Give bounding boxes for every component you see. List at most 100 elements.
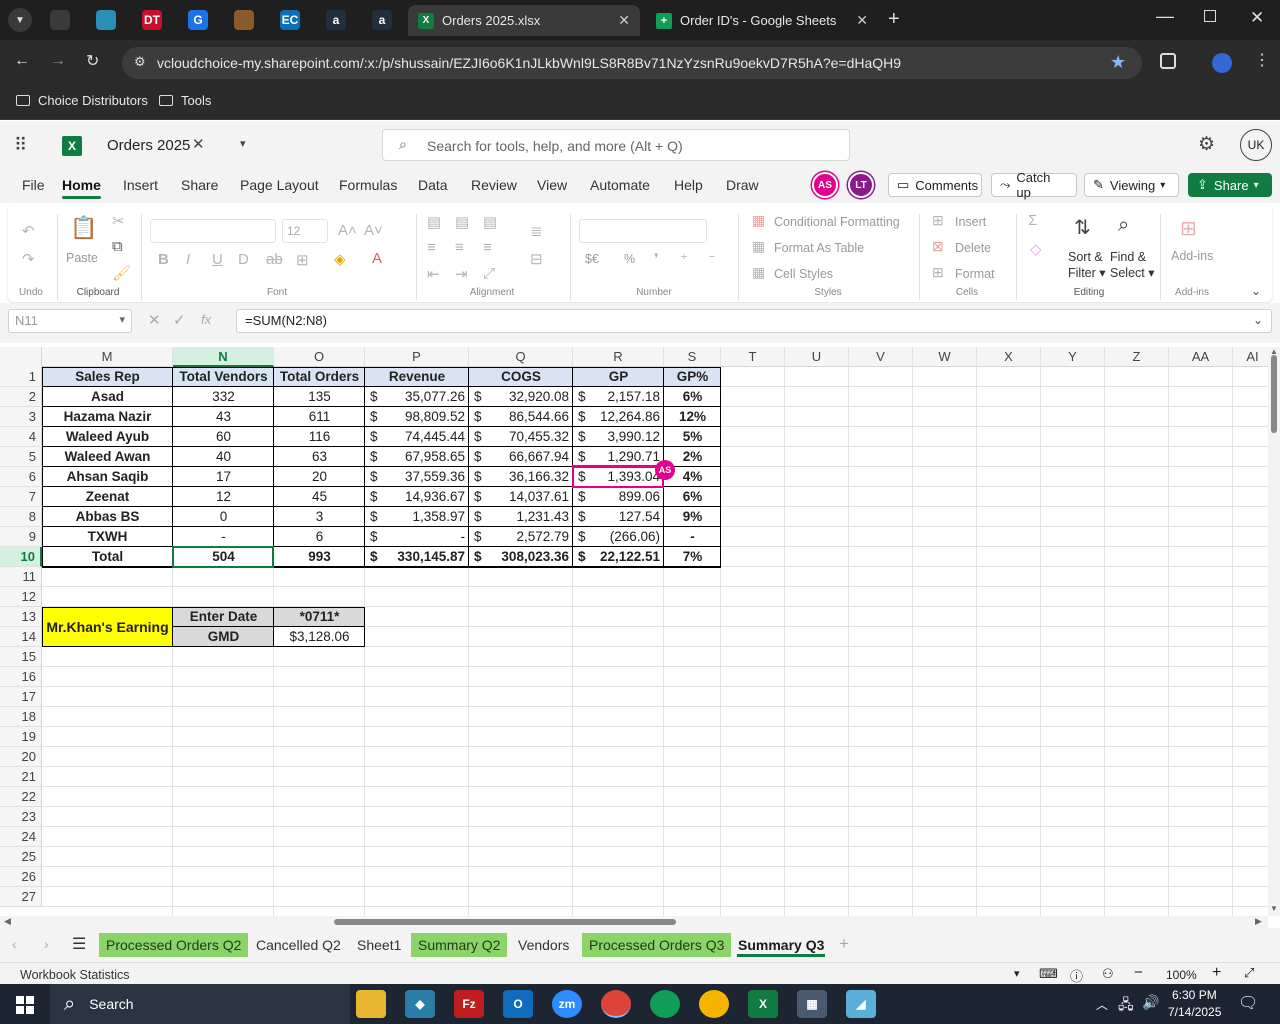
row-header-9[interactable]: 9 — [0, 527, 42, 547]
horizontal-scrollbar[interactable]: ◀ ▶ — [0, 916, 1268, 928]
browser-tab-orders[interactable]: X Orders 2025.xlsx ✕ — [408, 5, 640, 36]
comments-button[interactable]: ▭ Comments — [888, 173, 982, 197]
revenue-cell[interactable]: 330,145.87 — [365, 547, 469, 567]
bookmark-tools[interactable]: Tools — [159, 93, 211, 108]
zoom-out-icon[interactable]: − — [1134, 964, 1143, 981]
keyboard-icon[interactable]: ⌨ — [1039, 966, 1058, 982]
enter-date-label-cell[interactable]: Enter Date — [173, 607, 274, 627]
sheet-tab-processed-orders-q2[interactable]: Processed Orders Q2 — [99, 933, 249, 957]
grow-font-icon[interactable]: A˄ — [338, 222, 357, 239]
pinned-tab[interactable]: DT — [137, 6, 167, 34]
decrease-decimal-icon[interactable]: ⁻ — [708, 250, 716, 268]
sheet-tab-cancelled-q2[interactable]: Cancelled Q2 — [249, 933, 348, 957]
column-header-m[interactable]: M — [42, 347, 173, 367]
paste-icon[interactable]: 📋 — [70, 215, 97, 241]
zoom-icon[interactable]: zm — [552, 990, 582, 1018]
share-button[interactable]: ⇪ Share ▾ — [1188, 173, 1272, 197]
column-header-n[interactable]: N — [173, 347, 274, 367]
currency-format-button[interactable]: $€ — [585, 252, 599, 266]
merge-center-icon[interactable]: ⊟ — [530, 250, 543, 268]
gp-percent-cell[interactable]: 9% — [664, 507, 721, 527]
gp-cell[interactable]: 127.54 — [573, 507, 664, 527]
gp-percent-cell[interactable]: 12% — [664, 407, 721, 427]
sales-rep-cell[interactable]: Asad — [42, 387, 173, 407]
table-header-cell[interactable]: GP% — [664, 367, 721, 387]
spreadsheet-grid[interactable]: M N O P Q R S T U V W X Y Z AA AI 1 2 3 4 5 6 7 8 9 10 11 12 13 14 15… — [0, 347, 1268, 916]
align-bottom-icon[interactable]: ▤ — [483, 213, 497, 231]
pinned-tab[interactable] — [229, 6, 259, 34]
scroll-right-icon[interactable]: ▶ — [1255, 916, 1262, 927]
feedback-icon[interactable]: ⚇ — [1102, 966, 1114, 982]
column-header-z[interactable]: Z — [1105, 347, 1169, 367]
row-header-14[interactable]: 14 — [0, 627, 42, 647]
gp-cell[interactable]: 22,122.51 — [573, 547, 664, 567]
row-header-16[interactable]: 16 — [0, 667, 42, 687]
zoom-in-icon[interactable]: + — [1212, 964, 1221, 982]
percent-format-button[interactable]: % — [624, 252, 635, 266]
underline-icon[interactable]: U — [212, 251, 223, 268]
gp-cell[interactable]: 899.06 — [573, 487, 664, 507]
add-ins-button[interactable]: Add-ins — [1171, 249, 1213, 263]
borders-icon[interactable]: ⊞ — [296, 251, 309, 269]
chrome-icon[interactable] — [650, 990, 680, 1018]
revenue-cell[interactable]: 98,809.52 — [365, 407, 469, 427]
conditional-formatting-button[interactable]: Conditional Formatting — [774, 215, 900, 229]
sales-rep-cell[interactable]: Abbas BS — [42, 507, 173, 527]
sales-rep-cell[interactable]: Waleed Ayub — [42, 427, 173, 447]
revenue-cell[interactable]: 14,936.67 — [365, 487, 469, 507]
wrap-text-icon[interactable]: ≣ — [530, 222, 543, 240]
cogs-cell[interactable]: 1,231.43 — [469, 507, 573, 527]
row-header-2[interactable]: 2 — [0, 387, 42, 407]
total-orders-cell[interactable]: 63 — [274, 447, 365, 467]
cancel-icon[interactable]: ✕ — [148, 311, 161, 329]
total-orders-cell[interactable]: 993 — [274, 547, 365, 567]
row-header-18[interactable]: 18 — [0, 707, 42, 727]
cogs-cell[interactable]: 66,667.94 — [469, 447, 573, 467]
column-header-s[interactable]: S — [664, 347, 721, 367]
tab-draw[interactable]: Draw — [726, 177, 759, 193]
clear-icon[interactable]: ◇ — [1030, 240, 1042, 258]
sales-rep-cell[interactable]: Waleed Awan — [42, 447, 173, 467]
network-icon[interactable]: 🖧 — [1118, 994, 1134, 1018]
column-header-q[interactable]: Q — [469, 347, 573, 367]
row-header-23[interactable]: 23 — [0, 807, 42, 827]
sales-rep-cell[interactable]: Hazama Nazir — [42, 407, 173, 427]
row-header-6[interactable]: 6 — [0, 467, 42, 487]
enter-icon[interactable]: ✓ — [173, 311, 186, 329]
cogs-cell[interactable]: 2,572.79 — [469, 527, 573, 547]
align-center-icon[interactable]: ≡ — [455, 239, 464, 256]
double-underline-icon[interactable]: D — [238, 251, 249, 268]
cogs-cell[interactable]: 14,037.61 — [469, 487, 573, 507]
row-header-22[interactable]: 22 — [0, 787, 42, 807]
font-color-icon[interactable]: A — [372, 250, 382, 267]
sort-filter-button[interactable]: Sort & Filter ▾ — [1068, 249, 1106, 281]
sheet-tab-vendors[interactable]: Vendors — [511, 933, 576, 957]
total-orders-cell[interactable]: 45 — [274, 487, 365, 507]
tab-search-button[interactable]: ▼ — [8, 8, 32, 32]
gp-percent-cell[interactable]: 5% — [664, 427, 721, 447]
shrink-font-icon[interactable]: A˅ — [364, 222, 383, 239]
row-header-27[interactable]: 27 — [0, 887, 42, 907]
find-select-button[interactable]: Find & Select ▾ — [1110, 249, 1155, 281]
total-orders-cell[interactable]: 135 — [274, 387, 365, 407]
document-title[interactable]: Orders 2025 — [107, 137, 190, 154]
next-sheet-icon[interactable]: › — [44, 936, 49, 952]
gp-cell[interactable]: (266.06) — [573, 527, 664, 547]
column-header-w[interactable]: W — [913, 347, 977, 367]
revenue-cell[interactable]: 35,077.26 — [365, 387, 469, 407]
site-info-icon[interactable]: ⚙ — [134, 54, 146, 70]
chevron-up-icon[interactable]: ︿ — [1096, 996, 1108, 1013]
revenue-cell[interactable]: 37,559.36 — [365, 467, 469, 487]
font-name-box[interactable] — [150, 219, 276, 243]
sales-rep-cell[interactable]: Zeenat — [42, 487, 173, 507]
tab-data[interactable]: Data — [418, 177, 448, 193]
column-header-u[interactable]: U — [785, 347, 849, 367]
tab-insert[interactable]: Insert — [123, 177, 158, 193]
revenue-cell[interactable]: 1,358.97 — [365, 507, 469, 527]
column-header-x[interactable]: X — [977, 347, 1041, 367]
profile-avatar[interactable] — [1212, 53, 1232, 73]
row-header-24[interactable]: 24 — [0, 827, 42, 847]
taskbar-search[interactable]: ⌕ Search — [50, 984, 350, 1024]
help-icon[interactable]: ⓘ — [1070, 966, 1083, 985]
gp-percent-cell[interactable]: 6% — [664, 387, 721, 407]
